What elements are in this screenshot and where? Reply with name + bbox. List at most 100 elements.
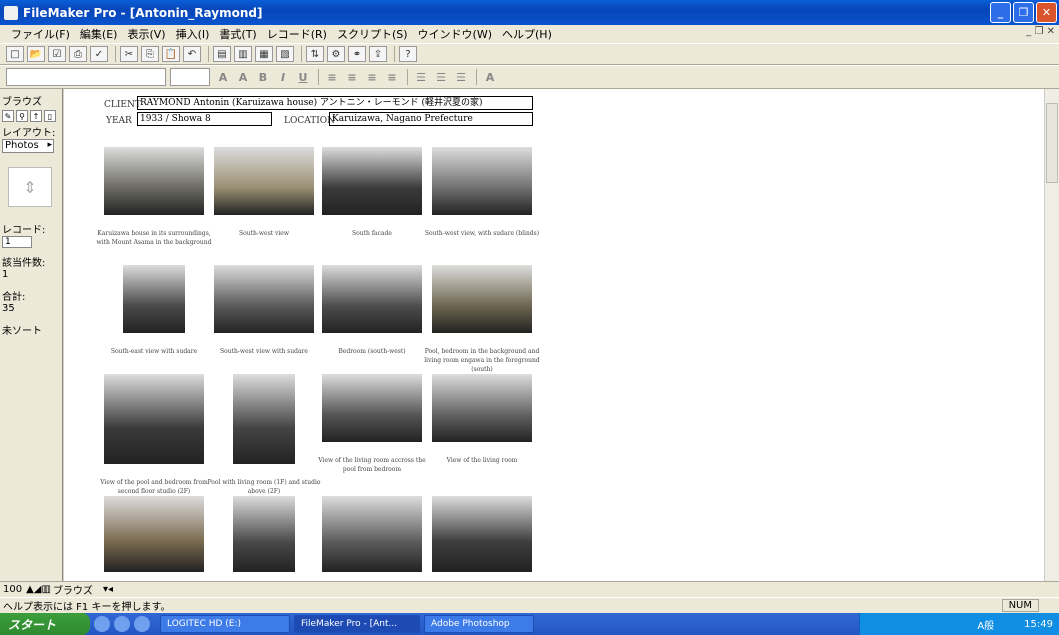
italic-icon[interactable]: I: [274, 69, 292, 85]
list-icon[interactable]: ☰: [412, 69, 430, 85]
taskbar-app-logitec[interactable]: LOGITEC HD (E:): [160, 615, 290, 633]
photo-thumbnail[interactable]: [214, 147, 314, 215]
found-value: 1: [2, 269, 9, 280]
help-icon[interactable]: ?: [399, 46, 417, 62]
undo-icon[interactable]: ↶: [183, 46, 201, 62]
vertical-scrollbar[interactable]: [1044, 89, 1059, 581]
zoom-icon[interactable]: ▲◢▥: [26, 584, 51, 595]
font-size-select[interactable]: [170, 68, 210, 86]
justify-icon[interactable]: ≡: [383, 69, 401, 85]
duplicate-record-icon[interactable]: ▥: [234, 46, 252, 62]
export-icon[interactable]: ⇪: [369, 46, 387, 62]
bold-icon[interactable]: B: [254, 69, 272, 85]
layout-select[interactable]: Photos: [2, 139, 54, 153]
start-button[interactable]: スタート: [0, 613, 90, 635]
minimize-button[interactable]: _: [990, 2, 1011, 23]
text-color-icon[interactable]: A: [481, 69, 499, 85]
help-hint: ヘルプ表示には F1 キーを押します。: [3, 602, 171, 613]
photo-thumbnail[interactable]: [104, 374, 204, 464]
window-title: FileMaker Pro - [Antonin_Raymond]: [23, 5, 263, 20]
restore-button[interactable]: ❐: [1013, 2, 1034, 23]
align-right-icon[interactable]: ≡: [363, 69, 381, 85]
photo-thumbnail[interactable]: [123, 265, 185, 333]
indent-icon[interactable]: ☰: [452, 69, 470, 85]
paste-icon[interactable]: 📋: [162, 46, 180, 62]
system-tray: A般 15:49: [859, 613, 1059, 635]
photo-thumbnail[interactable]: [322, 147, 422, 215]
title-bar: FileMaker Pro - [Antonin_Raymond] _ ❐ ✕: [0, 0, 1059, 25]
copy-icon[interactable]: ⎘: [141, 46, 159, 62]
ime-indicator[interactable]: A般: [977, 617, 994, 632]
share-icon[interactable]: ⚭: [348, 46, 366, 62]
menu-insert[interactable]: 挿入(I): [171, 26, 215, 42]
cut-icon[interactable]: ✂: [120, 46, 138, 62]
total-label: 合計:: [2, 292, 26, 303]
scroll-thumb[interactable]: [1046, 103, 1058, 183]
photo-thumbnail[interactable]: [432, 374, 532, 442]
year-field[interactable]: 1933 / Showa 8: [137, 112, 272, 126]
browse-mode-icon[interactable]: ✎: [2, 110, 14, 122]
menu-help[interactable]: ヘルプ(H): [497, 26, 557, 42]
photo-thumbnail[interactable]: [322, 374, 422, 442]
mode-label: ブラウズ: [2, 97, 42, 108]
menu-scripts[interactable]: スクリプト(S): [332, 26, 413, 42]
photo-thumbnail[interactable]: [322, 496, 422, 572]
new-icon[interactable]: □: [6, 46, 24, 62]
mode-popup[interactable]: ブラウズ: [53, 582, 93, 597]
sort-icon[interactable]: ⇅: [306, 46, 324, 62]
photo-thumbnail[interactable]: [104, 496, 204, 572]
new-record-icon[interactable]: ▤: [213, 46, 231, 62]
quicklaunch-icon[interactable]: [134, 616, 150, 632]
photo-thumbnail[interactable]: [432, 265, 532, 333]
record-number-input[interactable]: 1: [2, 236, 32, 248]
photo-thumbnail[interactable]: [432, 147, 532, 215]
menu-view[interactable]: 表示(V): [122, 26, 170, 42]
print-icon[interactable]: ⎙: [69, 46, 87, 62]
record-layout: CLIENT RAYMOND Antonin (Karuizawa house)…: [64, 89, 1044, 581]
record-book-icon[interactable]: ⇕: [8, 167, 52, 207]
layout-mode-icon[interactable]: ↑: [30, 110, 42, 122]
find-icon[interactable]: ▧: [276, 46, 294, 62]
open-icon[interactable]: 📂: [27, 46, 45, 62]
menu-format[interactable]: 書式(T): [214, 26, 261, 42]
location-field[interactable]: Karuizawa, Nagano Prefecture: [329, 112, 533, 126]
menu-window[interactable]: ウインドウ(W): [413, 26, 497, 42]
photo-caption: South-west view with sudare: [220, 348, 308, 355]
photo-caption: Pool, bedroom in the background and livi…: [424, 348, 540, 373]
layout-label: レイアウト:: [2, 128, 56, 139]
clock: 15:49: [1024, 618, 1053, 630]
firefox-quicklaunch-icon[interactable]: [114, 616, 130, 632]
taskbar-app-filemaker[interactable]: FileMaker Pro - [Ant...: [294, 615, 420, 633]
client-field[interactable]: RAYMOND Antonin (Karuizawa house) アントニン・…: [137, 96, 533, 110]
photo-thumbnail[interactable]: [233, 374, 295, 464]
photo-thumbnail[interactable]: [432, 496, 532, 572]
preview-mode-icon[interactable]: ▯: [44, 110, 56, 122]
save-icon[interactable]: ☑: [48, 46, 66, 62]
photo-thumbnail[interactable]: [322, 265, 422, 333]
ie-quicklaunch-icon[interactable]: [94, 616, 110, 632]
menu-file[interactable]: ファイル(F): [6, 26, 75, 42]
taskbar-app-photoshop[interactable]: Adobe Photoshop: [424, 615, 534, 633]
align-left-icon[interactable]: ≡: [323, 69, 341, 85]
mode-popup-arrow-icon[interactable]: ▾◂: [103, 584, 113, 595]
font-smaller-icon[interactable]: A: [214, 69, 232, 85]
photo-thumbnail[interactable]: [214, 265, 314, 333]
photo-thumbnail[interactable]: [233, 496, 295, 572]
total-value: 35: [2, 303, 15, 314]
record-label: レコード:: [2, 225, 46, 236]
font-larger-icon[interactable]: A: [234, 69, 252, 85]
mdi-controls[interactable]: _ ❐ ✕: [1026, 26, 1055, 37]
menu-edit[interactable]: 編集(E): [75, 26, 123, 42]
align-center-icon[interactable]: ≡: [343, 69, 361, 85]
close-button[interactable]: ✕: [1036, 2, 1057, 23]
find-mode-icon[interactable]: ⚲: [16, 110, 28, 122]
underline-icon[interactable]: U: [294, 69, 312, 85]
font-select[interactable]: [6, 68, 166, 86]
spellcheck-icon[interactable]: ✓: [90, 46, 108, 62]
menu-records[interactable]: レコード(R): [262, 26, 332, 42]
numbered-list-icon[interactable]: ☰: [432, 69, 450, 85]
delete-record-icon[interactable]: ▦: [255, 46, 273, 62]
zoom-level[interactable]: 100: [3, 584, 22, 595]
photo-thumbnail[interactable]: [104, 147, 204, 215]
script-icon[interactable]: ⚙: [327, 46, 345, 62]
